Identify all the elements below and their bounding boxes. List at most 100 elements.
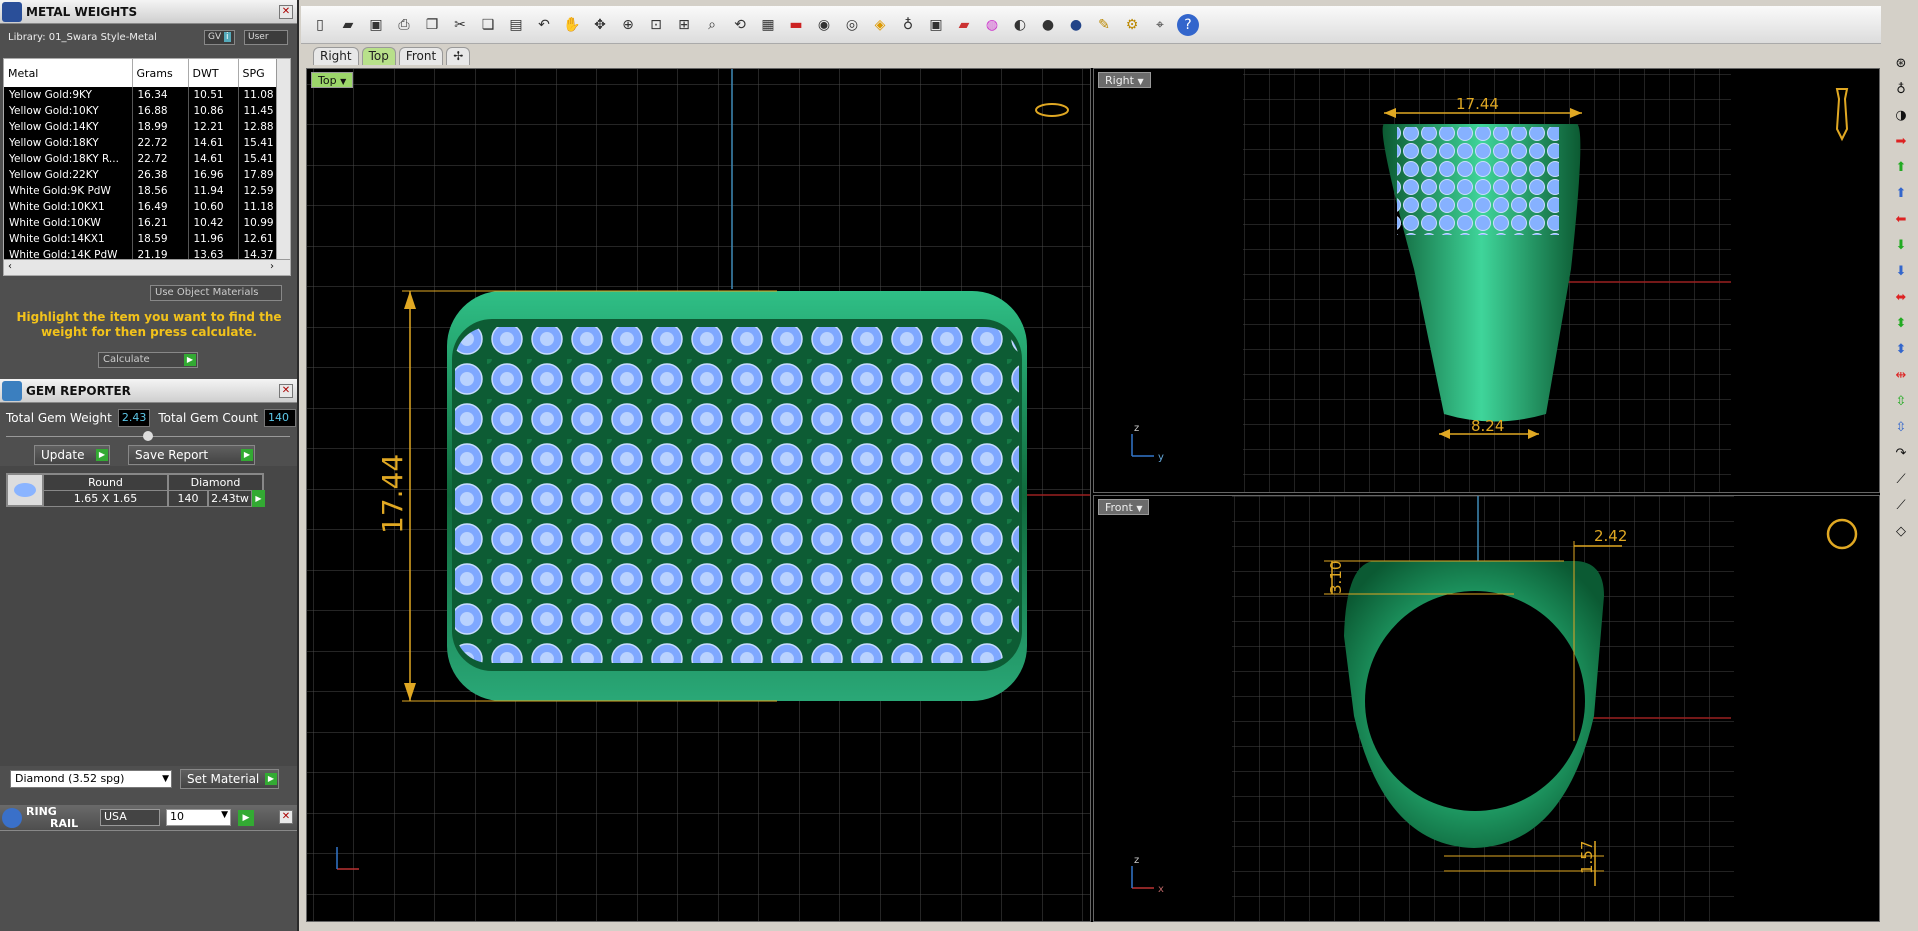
svg-text:z: z bbox=[1134, 855, 1139, 866]
ring-size-select[interactable]: 10 ▼ bbox=[166, 809, 231, 826]
metal-table[interactable]: Metal Grams DWT SPG Yellow Gold:9KY 16.34 10.… bbox=[3, 58, 291, 276]
arrow-down-icon[interactable]: ⬇ bbox=[1889, 235, 1913, 257]
ring-standard-field[interactable]: USA bbox=[100, 809, 160, 826]
arrow-up-icon[interactable]: ⬆ bbox=[1889, 157, 1913, 179]
scale-vertical-icon[interactable]: ⬍ bbox=[1889, 313, 1913, 335]
top-viewport[interactable]: 17.44 Top ▼ bbox=[306, 68, 1091, 922]
save-icon[interactable]: ▣ bbox=[365, 14, 387, 36]
book-icon[interactable]: ▰ bbox=[953, 14, 975, 36]
open-folder-icon[interactable]: ▰ bbox=[337, 14, 359, 36]
ring-rail-title: RING RAIL bbox=[26, 805, 78, 830]
shrink-horizontal-icon[interactable]: ⇹ bbox=[1889, 365, 1913, 387]
left-panel: METAL WEIGHTS ✕ Library: 01_Swara Style-… bbox=[0, 0, 299, 931]
light-bulb-icon[interactable]: ♁ bbox=[897, 14, 919, 36]
shade-icon[interactable]: ◐ bbox=[1009, 14, 1031, 36]
right-viewport-label[interactable]: Right ▼ bbox=[1098, 72, 1151, 88]
zoom-extents-icon[interactable]: ⊞ bbox=[673, 14, 695, 36]
metal-column-header[interactable]: DWT bbox=[188, 59, 239, 87]
table-row[interactable]: Yellow Gold:18KY R... 22.72 14.61 15.41 bbox=[4, 151, 288, 167]
metal-column-header[interactable]: Grams bbox=[132, 59, 189, 87]
table-row[interactable]: Yellow Gold:9KY 16.34 10.51 11.08 bbox=[4, 87, 288, 103]
shapes-icon[interactable]: ◈ bbox=[869, 14, 891, 36]
tab-front[interactable]: Front bbox=[398, 47, 444, 65]
grid-icon[interactable]: ▦ bbox=[757, 14, 779, 36]
play-icon[interactable]: ▶ bbox=[238, 810, 254, 826]
cut-icon[interactable]: ✂ bbox=[449, 14, 471, 36]
horizontal-scrollbar[interactable]: ‹ › bbox=[4, 259, 290, 275]
lock-icon[interactable]: ▣ bbox=[925, 14, 947, 36]
undo-icon[interactable]: ↶ bbox=[533, 14, 555, 36]
zoom-in-icon[interactable]: ⊕ bbox=[617, 14, 639, 36]
pencil-icon[interactable]: ✎ bbox=[1093, 14, 1115, 36]
front-viewport[interactable]: 3.10 2.42 1.57 z x Front ▼ bbox=[1093, 495, 1880, 922]
table-row[interactable]: White Gold:10KW 16.21 10.42 10.99 bbox=[4, 215, 288, 231]
align-icon[interactable]: ⌖ bbox=[1149, 14, 1171, 36]
material-select[interactable]: Diamond (3.52 spg) ▼ bbox=[10, 770, 172, 788]
table-row[interactable]: Yellow Gold:14KY 18.99 12.21 12.88 bbox=[4, 119, 288, 135]
arrow-left-icon[interactable]: ⬅ bbox=[1889, 209, 1913, 231]
metal-column-header[interactable]: Metal bbox=[4, 59, 133, 87]
update-button[interactable]: Update ▶ bbox=[34, 445, 110, 465]
snap-icon[interactable]: ◉ bbox=[813, 14, 835, 36]
set-material-button[interactable]: Set Material ▶ bbox=[180, 769, 279, 789]
car-icon[interactable]: ▬ bbox=[785, 14, 807, 36]
table-row[interactable]: Yellow Gold:22KY 26.38 16.96 17.89 bbox=[4, 167, 288, 183]
add-view-tab-icon[interactable]: ✢ bbox=[446, 47, 471, 65]
eraser-icon[interactable]: ◇ bbox=[1889, 521, 1913, 543]
splitter-handle[interactable] bbox=[143, 431, 153, 441]
zoom-window-icon[interactable]: ⊡ bbox=[645, 14, 667, 36]
arrow-up-blue-icon[interactable]: ⬆ bbox=[1889, 183, 1913, 205]
scale-vertical-blue-icon[interactable]: ⬍ bbox=[1889, 339, 1913, 361]
table-row[interactable]: Yellow Gold:10KY 16.88 10.86 11.45 bbox=[4, 103, 288, 119]
sphere-icon[interactable]: ◑ bbox=[1889, 105, 1913, 127]
vertical-scrollbar[interactable] bbox=[276, 59, 290, 259]
scale-horizontal-icon[interactable]: ⬌ bbox=[1889, 287, 1913, 309]
update-label: Update bbox=[41, 448, 85, 462]
calculate-button[interactable]: Calculate ▶ bbox=[98, 352, 198, 368]
close-icon[interactable]: ✕ bbox=[279, 384, 293, 398]
top-viewport-label[interactable]: Top ▼ bbox=[311, 72, 354, 88]
move-icon[interactable]: ✥ bbox=[589, 14, 611, 36]
copy-icon[interactable]: ❐ bbox=[421, 14, 443, 36]
paste-icon[interactable]: ▤ bbox=[505, 14, 527, 36]
light-bulb-icon[interactable]: ♁ bbox=[1889, 79, 1913, 101]
play-icon[interactable]: ▶ bbox=[252, 490, 265, 507]
view-cube-icon[interactable]: ⊛ bbox=[1889, 53, 1913, 75]
line-tool-icon[interactable]: ⟋ bbox=[1889, 469, 1913, 491]
rotate-view-icon[interactable]: ⟲ bbox=[729, 14, 751, 36]
table-row[interactable]: White Gold:10KX1 16.49 10.60 11.18 bbox=[4, 199, 288, 215]
table-row[interactable]: Yellow Gold:18KY 22.72 14.61 15.41 bbox=[4, 135, 288, 151]
new-file-icon[interactable]: ▯ bbox=[309, 14, 331, 36]
close-icon[interactable]: ✕ bbox=[279, 5, 293, 19]
front-viewport-label[interactable]: Front ▼ bbox=[1098, 499, 1150, 515]
arrow-right-icon[interactable]: ➡ bbox=[1889, 131, 1913, 153]
settings-icon[interactable]: ⚙ bbox=[1121, 14, 1143, 36]
user-toggle[interactable]: User bbox=[244, 30, 288, 45]
zoom-icon[interactable]: ⌕ bbox=[701, 14, 723, 36]
bend-icon[interactable]: ↷ bbox=[1889, 443, 1913, 465]
close-icon[interactable]: ✕ bbox=[279, 810, 293, 824]
table-row[interactable]: White Gold:9K PdW 18.56 11.94 12.59 bbox=[4, 183, 288, 199]
help-icon[interactable]: ? bbox=[1177, 13, 1199, 36]
render-sphere-icon[interactable]: ● bbox=[1037, 14, 1059, 36]
right-viewport[interactable]: 17.44 8.24 z y Right ▼ bbox=[1093, 68, 1880, 493]
tab-top[interactable]: Top bbox=[361, 47, 396, 65]
arrow-down-blue-icon[interactable]: ⬇ bbox=[1889, 261, 1913, 283]
tab-right[interactable]: Right bbox=[313, 47, 359, 65]
gv-toggle[interactable]: GV i bbox=[204, 30, 235, 45]
color-wheel-icon[interactable]: ◍ bbox=[981, 14, 1003, 36]
use-object-materials-button[interactable]: Use Object Materials bbox=[150, 285, 282, 301]
save-report-button[interactable]: Save Report ▶ bbox=[128, 445, 255, 465]
target-icon[interactable]: ◎ bbox=[841, 14, 863, 36]
table-row[interactable]: White Gold:14KX1 18.59 11.96 12.61 bbox=[4, 231, 288, 247]
print-icon[interactable]: ⎙ bbox=[393, 14, 415, 36]
gem-grid[interactable]: Round Diamond 1.65 X 1.65 140 2.43tw ▶ bbox=[6, 473, 265, 507]
table-cell: 16.88 bbox=[132, 103, 189, 119]
shrink-vertical-blue-icon[interactable]: ⇳ bbox=[1889, 417, 1913, 439]
line-tool-2-icon[interactable]: ⟋ bbox=[1889, 495, 1913, 517]
blue-sphere-icon[interactable]: ● bbox=[1065, 14, 1087, 36]
pan-icon[interactable]: ✋ bbox=[561, 14, 583, 36]
shrink-vertical-icon[interactable]: ⇳ bbox=[1889, 391, 1913, 413]
play-icon: ▶ bbox=[184, 354, 196, 366]
duplicate-icon[interactable]: ❏ bbox=[477, 14, 499, 36]
